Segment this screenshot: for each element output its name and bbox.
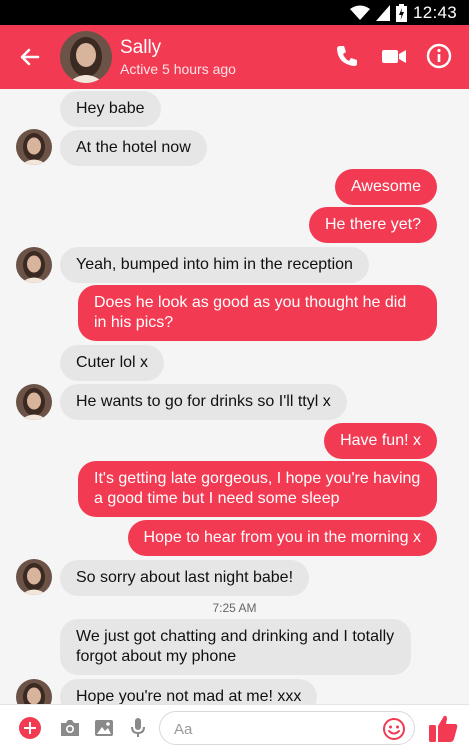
outgoing-message[interactable]: Awesome [335, 169, 437, 205]
incoming-message[interactable]: Hey babe [60, 91, 161, 127]
wifi-icon [349, 5, 370, 20]
incoming-message[interactable]: We just got chatting and drinking and I … [60, 619, 411, 675]
contact-name: Sally [120, 37, 162, 58]
message-timestamp: 7:25 AM [212, 601, 257, 615]
gallery-icon[interactable] [92, 716, 116, 740]
signal-icon [375, 4, 390, 21]
camera-icon[interactable] [58, 716, 82, 740]
contact-avatar-small [16, 129, 52, 165]
contact-avatar-small [16, 679, 52, 704]
message-input[interactable] [174, 718, 374, 740]
add-icon[interactable] [18, 716, 42, 740]
video-call-icon[interactable] [379, 41, 409, 71]
outgoing-message[interactable]: He there yet? [308, 207, 437, 243]
incoming-message[interactable]: So sorry about last night babe! [60, 560, 310, 596]
clock: 12:43 [412, 3, 457, 22]
outgoing-message[interactable]: Does he look as good as you thought he d… [78, 285, 437, 341]
presence-status: Active 5 hours ago [120, 61, 236, 77]
incoming-message[interactable]: Cuter lol x [60, 345, 165, 381]
outgoing-message[interactable]: Have fun! x [324, 423, 437, 459]
incoming-message[interactable]: At the hotel now [60, 130, 207, 166]
microphone-icon[interactable] [126, 716, 150, 740]
thumbs-up-icon[interactable] [427, 712, 459, 744]
contact-avatar-small [16, 247, 52, 283]
phone-icon[interactable] [332, 41, 362, 71]
info-icon[interactable] [424, 41, 454, 71]
outgoing-message[interactable]: It's getting late gorgeous, I hope you'r… [78, 461, 437, 517]
contact-avatar-small [16, 559, 52, 595]
battery-icon [395, 3, 407, 22]
contact-avatar-small [16, 384, 52, 420]
back-arrow-icon[interactable] [16, 43, 44, 71]
message-input-container [159, 711, 415, 745]
status-bar: 12:43 [0, 0, 469, 25]
emoji-icon[interactable] [382, 717, 406, 741]
message-list[interactable]: Hey babe At the hotel now Awesome He the… [0, 89, 469, 704]
message-composer [0, 704, 469, 750]
incoming-message[interactable]: Yeah, bumped into him in the reception [60, 247, 369, 283]
incoming-message[interactable]: He wants to go for drinks so I'll ttyl x [60, 384, 347, 420]
contact-avatar[interactable] [60, 31, 112, 83]
outgoing-message[interactable]: Hope to hear from you in the morning x [127, 520, 437, 556]
conversation-header: Sally Active 5 hours ago [0, 25, 469, 89]
incoming-message[interactable]: Hope you're not mad at me! xxx [60, 679, 318, 704]
